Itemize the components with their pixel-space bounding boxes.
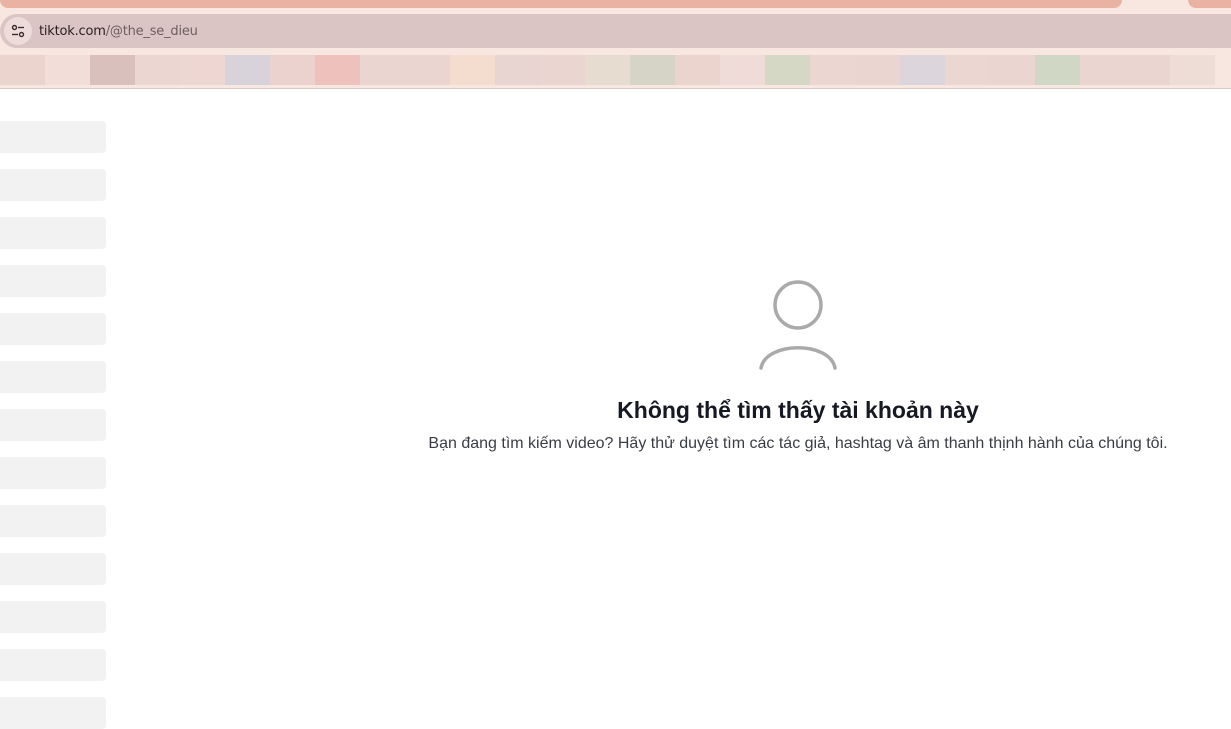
bookmark-item[interactable]: [945, 55, 990, 85]
bookmark-item[interactable]: [0, 55, 45, 85]
bookmark-item[interactable]: [855, 55, 900, 85]
bookmark-item[interactable]: [1035, 55, 1080, 85]
bookmark-item[interactable]: [225, 55, 270, 85]
sidebar-skeleton-item: [0, 409, 106, 441]
url-text[interactable]: tiktok.com/@the_se_dieu: [39, 24, 198, 39]
bookmark-item[interactable]: [405, 55, 450, 85]
user-icon: [759, 280, 837, 370]
bookmark-item[interactable]: [90, 55, 135, 85]
bookmark-item[interactable]: [540, 55, 585, 85]
bookmark-item[interactable]: [765, 55, 810, 85]
sidebar-skeleton-item: [0, 457, 106, 489]
site-info-button[interactable]: [4, 17, 32, 45]
empty-state: Không thể tìm thấy tài khoản này Bạn đan…: [398, 279, 1198, 453]
sidebar-skeleton-item: [0, 169, 106, 201]
bookmark-item[interactable]: [1080, 55, 1125, 85]
bookmark-item[interactable]: [900, 55, 945, 85]
address-bar[interactable]: tiktok.com/@the_se_dieu: [0, 14, 1231, 48]
sidebar-skeleton-item: [0, 505, 106, 537]
sidebar-skeleton-item: [0, 601, 106, 633]
bookmark-item[interactable]: [270, 55, 315, 85]
sidebar-skeleton-item: [0, 649, 106, 681]
empty-state-description: Bạn đang tìm kiếm video? Hãy thử duyệt t…: [428, 435, 1168, 452]
bookmarks-bar: [0, 54, 1231, 89]
sidebar-skeleton-item: [0, 265, 106, 297]
bookmark-item[interactable]: [450, 55, 495, 85]
bookmark-item[interactable]: [1125, 55, 1170, 85]
bookmark-item[interactable]: [990, 55, 1035, 85]
sidebar-skeleton-item: [0, 361, 106, 393]
bookmark-item[interactable]: [45, 55, 90, 85]
active-tab[interactable]: [0, 0, 1122, 8]
browser-toolbar: tiktok.com/@the_se_dieu: [0, 14, 1231, 54]
bookmark-item[interactable]: [180, 55, 225, 85]
bookmark-item[interactable]: [135, 55, 180, 85]
bookmark-item[interactable]: [810, 55, 855, 85]
bookmark-item[interactable]: [675, 55, 720, 85]
empty-state-title: Không thể tìm thấy tài khoản này: [617, 397, 979, 423]
sidebar-skeleton-item: [0, 313, 106, 345]
bookmark-item[interactable]: [315, 55, 360, 85]
tune-icon: [11, 24, 25, 38]
bookmark-item[interactable]: [720, 55, 765, 85]
url-path: /@the_se_dieu: [105, 23, 198, 39]
sidebar-skeleton-item: [0, 697, 106, 729]
sidebar-skeleton-item: [0, 121, 106, 153]
bookmark-item[interactable]: [495, 55, 540, 85]
page-content: Không thể tìm thấy tài khoản này Bạn đan…: [0, 89, 1231, 729]
tab-strip: [0, 0, 1231, 14]
bookmark-item[interactable]: [360, 55, 405, 85]
bookmark-item[interactable]: [1170, 55, 1215, 85]
sidebar-skeleton-item: [0, 217, 106, 249]
bookmark-item[interactable]: [585, 55, 630, 85]
url-host: tiktok.com: [39, 23, 106, 39]
sidebar-skeleton-item: [0, 553, 106, 585]
new-tab-area[interactable]: [1188, 0, 1231, 8]
bookmark-item[interactable]: [630, 55, 675, 85]
